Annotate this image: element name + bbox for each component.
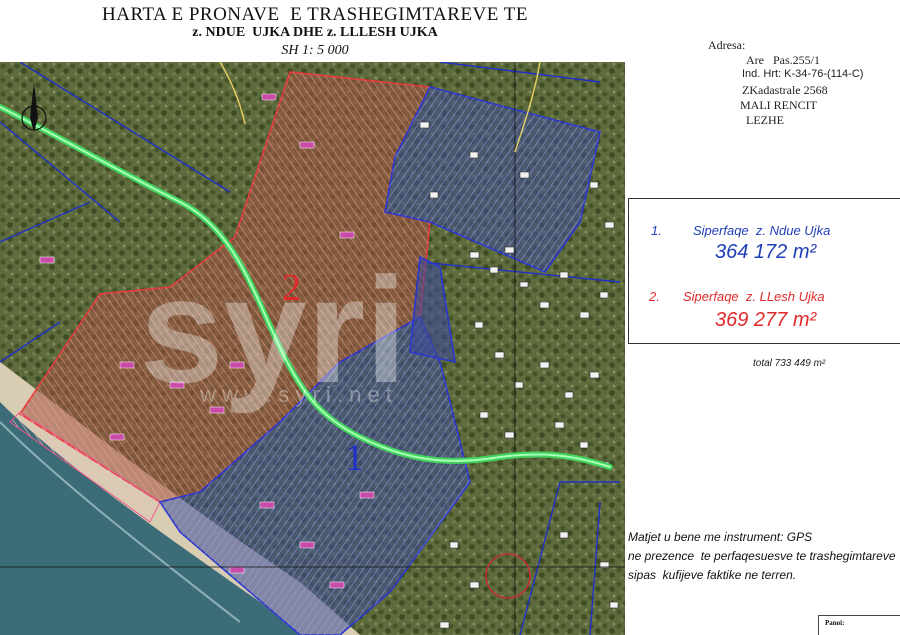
legend-number-1: 1. [651,223,662,238]
address-line-4: MALI RENCIT [740,98,817,112]
legend-area-2: 369 277 m² [715,309,817,331]
panoi-label: Panoi: [825,619,845,627]
note-line-1: Matjet u bene me instrument: GPS [628,530,813,544]
map-subtitle: z. NDUE UJKA DHE z. LLLESH UJKA [192,25,438,40]
parcel-label-2: 2 [282,267,301,309]
legend-area-1: 364 172 m² [715,241,817,263]
address-line-1: Are Pas.255/1 [746,53,820,67]
map-scale: SH 1: 5 000 [281,43,349,58]
legend-label-2: Siperfaqe z. LLesh Ujka [683,289,825,304]
map-title: HARTA E PRONAVE E TRASHEGIMTAREVE TE [102,4,528,25]
legend-label-1: Siperfaqe z. Ndue Ujka [693,223,831,238]
address-line-3: ZKadastrale 2568 [742,83,828,97]
watermark: syri w w w . s y r i . n e t [140,246,407,414]
panoi-box: Panoi: [818,615,900,635]
legend-box: 1. Siperfaqe z. Ndue Ujka 364 172 m² 2. … [628,198,900,344]
watermark-url: w w w . s y r i . n e t [199,382,392,407]
legend-number-2: 2. [649,289,660,304]
note-line-2: ne prezence te perfaqesuesve te trashegi… [628,549,896,563]
address-line-2: Ind. Hrt: K-34-76-(114-C) [742,68,864,80]
address-line-5: LEZHE [746,113,784,127]
satellite-map[interactable]: syri w w w . s y r i . n e t 1 2 [0,62,625,635]
note-line-3: sipas kufijeve faktike ne terren. [628,568,797,582]
address-label: Adresa: [708,38,746,52]
legend-total: total 733 449 m² [753,358,826,369]
parcel-label-1: 1 [345,437,364,479]
map-canvas: syri w w w . s y r i . n e t 1 2 [0,62,625,635]
